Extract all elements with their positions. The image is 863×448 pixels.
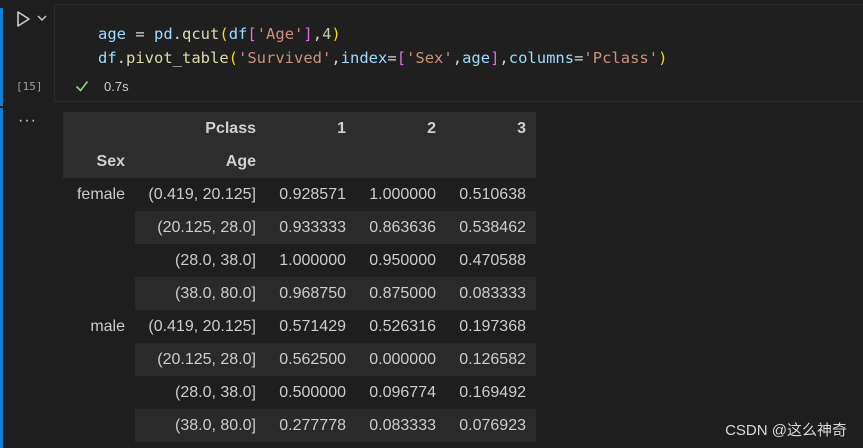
table-row: (20.125, 28.0] 0.562500 0.000000 0.12658… [63, 343, 536, 376]
table-cell: 0.096774 [369, 383, 436, 401]
row-age-label: (28.0, 38.0] [175, 251, 256, 269]
row-sex-label [63, 277, 135, 310]
table-row: (20.125, 28.0] 0.933333 0.863636 0.53846… [63, 211, 536, 244]
code-line-1: age = pd.qcut(df['Age'],4) [98, 25, 341, 43]
table-cell: 0.277778 [266, 409, 356, 442]
row-age-label: (0.419, 20.125] [148, 185, 256, 203]
column-header-3: 3 [446, 112, 536, 145]
row-sex-label: male [90, 317, 125, 335]
row-age-label: (20.125, 28.0] [135, 211, 266, 244]
table-cell: 0.076923 [446, 409, 536, 442]
table-cell: 0.928571 [279, 185, 346, 203]
row-age-label: (20.125, 28.0] [135, 343, 266, 376]
table-cell: 0.571429 [279, 317, 346, 335]
watermark: CSDN @这么神奇 [725, 422, 847, 439]
cell-focus-indicator [0, 8, 3, 106]
table-cell: 0.083333 [446, 277, 536, 310]
header-empty [356, 145, 446, 178]
table-row: (28.0, 38.0] 0.500000 0.096774 0.169492 [63, 376, 536, 409]
row-sex-label [63, 211, 135, 244]
table-cell: 0.470588 [459, 251, 526, 269]
table-cell: 0.950000 [369, 251, 436, 269]
column-header-2: 2 [356, 112, 446, 145]
row-sex-label [63, 409, 135, 442]
table-cell: 0.510638 [459, 185, 526, 203]
table-cell: 0.083333 [356, 409, 446, 442]
execution-status: 0.7s [74, 78, 129, 94]
row-sex-label [63, 376, 135, 409]
row-age-label: (38.0, 80.0] [135, 277, 266, 310]
table-cell: 0.863636 [356, 211, 446, 244]
row-sex-label: female [76, 185, 125, 203]
table-cell: 0.526316 [369, 317, 436, 335]
row-age-label: (0.419, 20.125] [148, 317, 256, 335]
code-line-2: df.pivot_table('Survived',index=['Sex',a… [98, 49, 668, 67]
code-content[interactable]: age = pd.qcut(df['Age'],4) df.pivot_table… [98, 22, 667, 70]
check-icon [75, 81, 89, 92]
table-cell: 0.875000 [356, 277, 446, 310]
table-cell: 0.968750 [266, 277, 356, 310]
table-cell: 1.000000 [279, 251, 346, 269]
table-cell: 0.169492 [459, 383, 526, 401]
column-header-row: Pclass 1 2 3 [63, 112, 536, 145]
chevron-down-icon[interactable] [36, 12, 48, 24]
table-cell: 0.000000 [356, 343, 446, 376]
table-cell: 0.500000 [279, 383, 346, 401]
pivot-table-output: Pclass 1 2 3 Sex Age female (0.419, 20.1… [63, 112, 536, 442]
row-sex-label [63, 244, 135, 277]
index-name-row: Sex Age [63, 145, 536, 178]
table-row: male (0.419, 20.125] 0.571429 0.526316 0… [63, 310, 536, 343]
output-more-icon[interactable]: ··· [18, 112, 37, 130]
table-row: female (0.419, 20.125] 0.928571 1.000000… [63, 178, 536, 211]
index-name-age: Age [135, 145, 266, 178]
play-icon[interactable] [14, 10, 32, 28]
table-cell: 0.197368 [459, 317, 526, 335]
table-row: (38.0, 80.0] 0.277778 0.083333 0.076923 [63, 409, 536, 442]
column-level-name: Pclass [135, 112, 266, 145]
execution-time: 0.7s [104, 78, 129, 94]
row-age-label: (28.0, 38.0] [175, 383, 256, 401]
column-header-1: 1 [266, 112, 356, 145]
index-name-sex: Sex [63, 145, 135, 178]
row-age-label: (38.0, 80.0] [135, 409, 266, 442]
table-cell: 0.126582 [446, 343, 536, 376]
execution-count: [15] [16, 80, 43, 93]
table-cell: 0.562500 [266, 343, 356, 376]
output-focus-indicator [0, 108, 3, 448]
table-row: (28.0, 38.0] 1.000000 0.950000 0.470588 [63, 244, 536, 277]
table-cell: 1.000000 [369, 185, 436, 203]
row-sex-label [63, 343, 135, 376]
header-empty [266, 145, 356, 178]
header-empty [446, 145, 536, 178]
header-spacer [63, 112, 135, 145]
table-cell: 0.933333 [266, 211, 356, 244]
table-cell: 0.538462 [446, 211, 536, 244]
table-row: (38.0, 80.0] 0.968750 0.875000 0.083333 [63, 277, 536, 310]
